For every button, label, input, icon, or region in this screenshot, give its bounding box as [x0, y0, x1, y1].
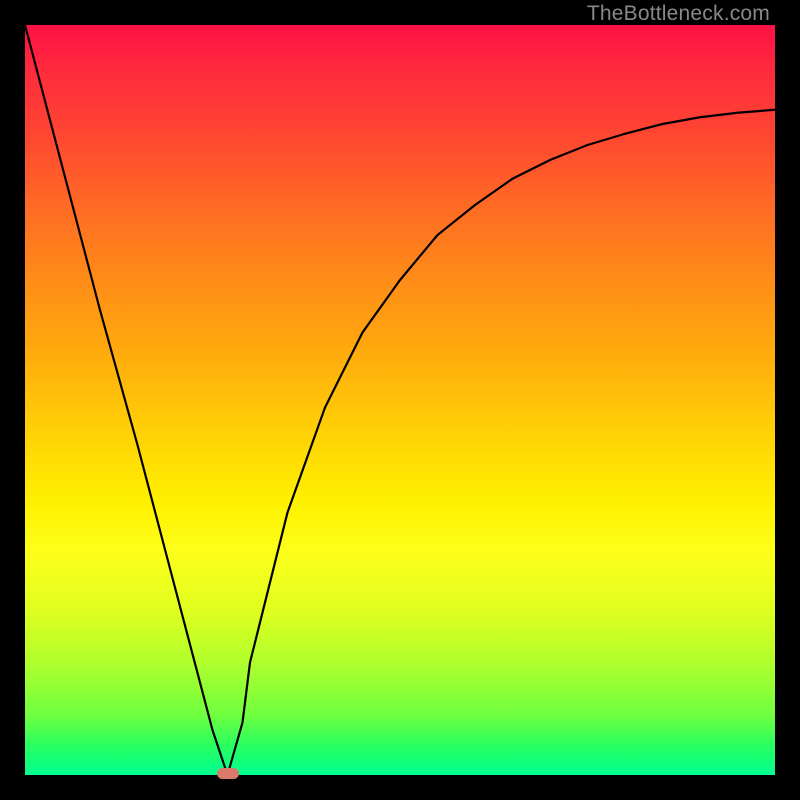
bottleneck-curve	[25, 25, 775, 775]
plot-area	[25, 25, 775, 775]
chart-frame: TheBottleneck.com	[0, 0, 800, 800]
watermark-text: TheBottleneck.com	[587, 2, 770, 26]
minimum-marker	[217, 768, 239, 779]
